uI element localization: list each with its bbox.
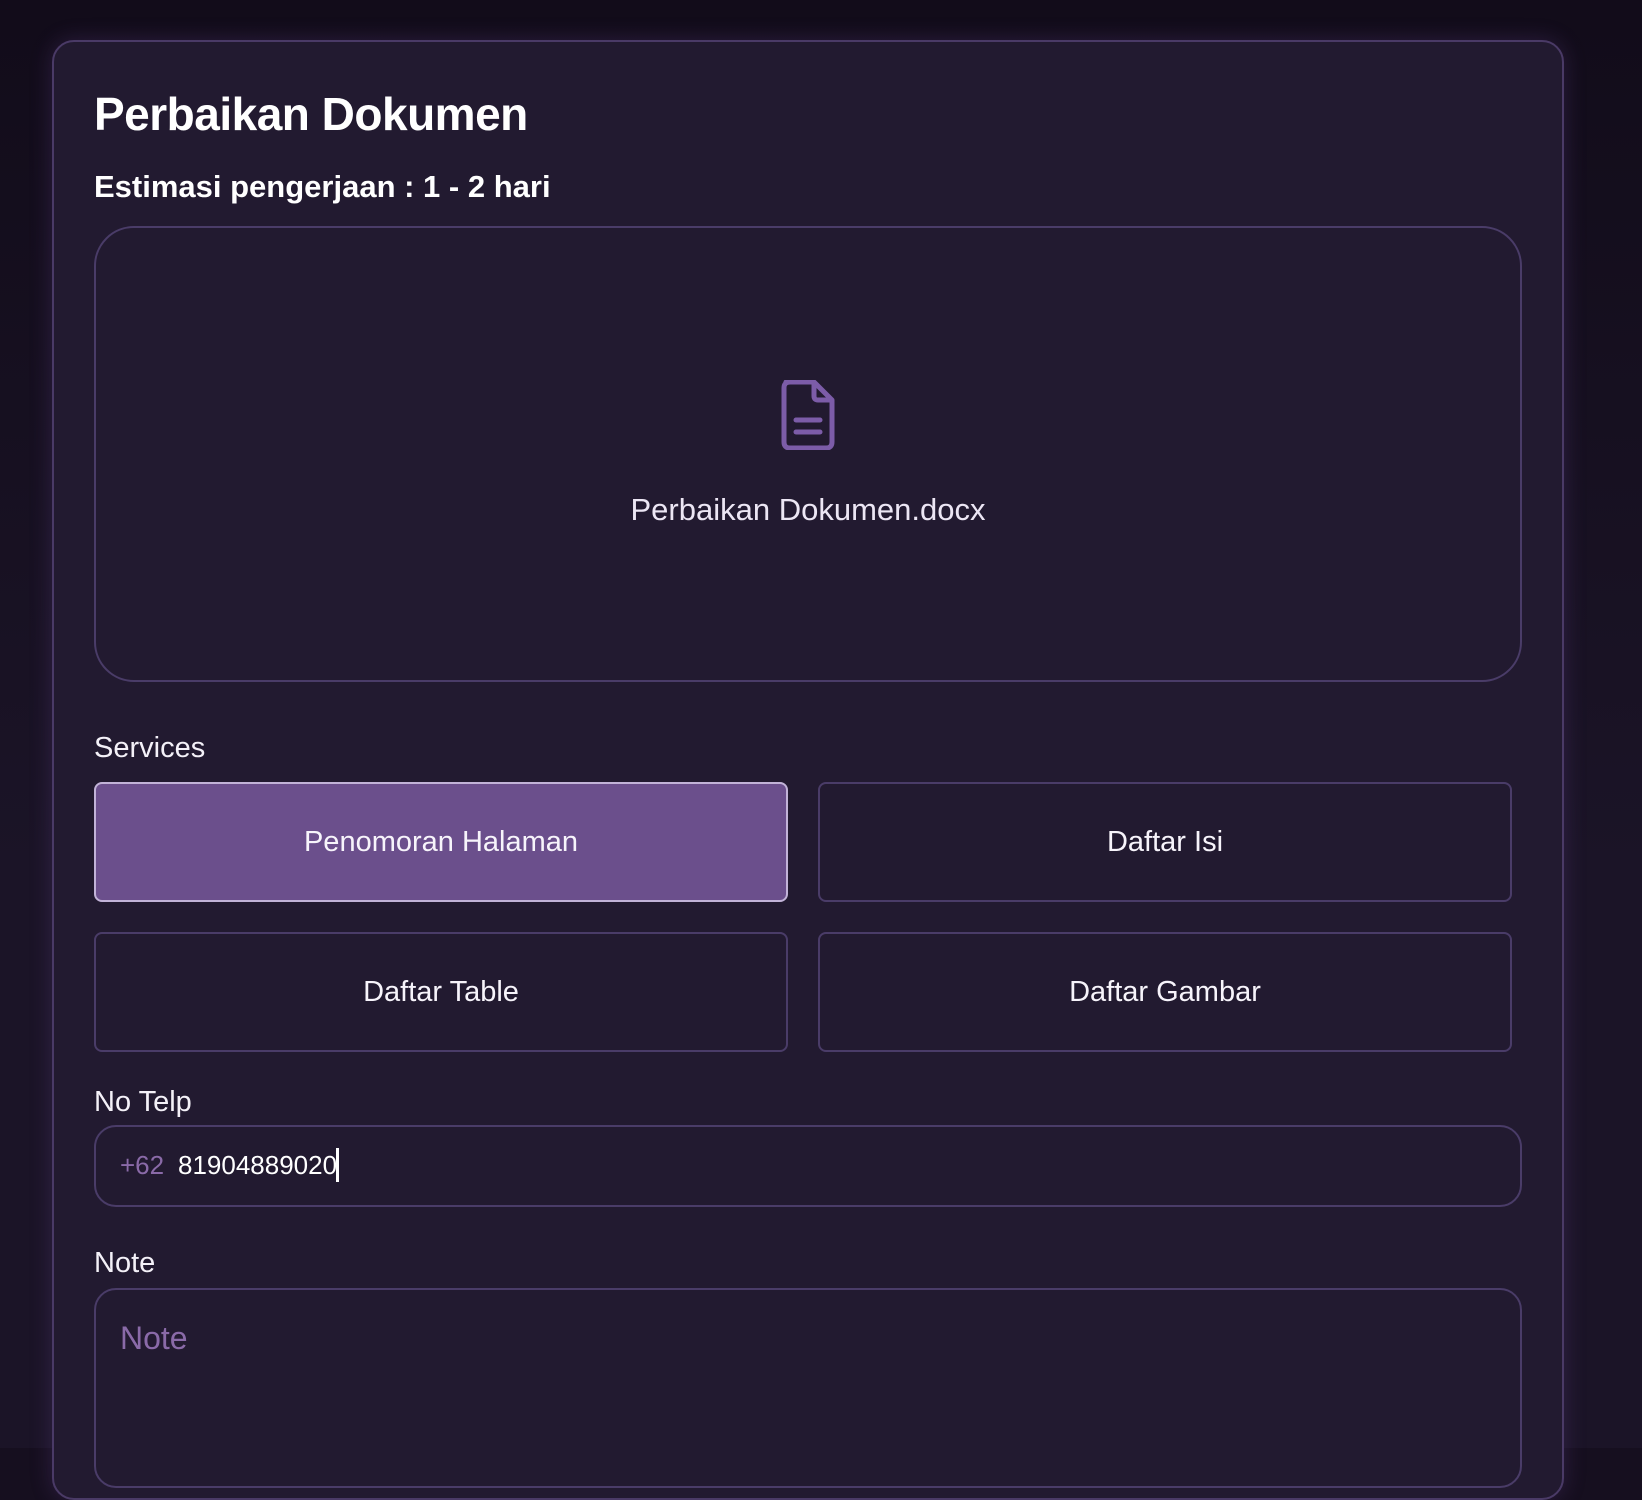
country-code-prefix: +62	[120, 1150, 165, 1180]
text-caret	[336, 1148, 339, 1182]
note-placeholder: Note	[120, 1320, 188, 1356]
page-title: Perbaikan Dokumen	[94, 88, 528, 140]
estimate-text: Estimasi pengerjaan : 1 - 2 hari	[94, 169, 551, 204]
file-upload-area[interactable]	[94, 226, 1522, 682]
service-option-penomoran-halaman[interactable]: Penomoran Halaman	[94, 782, 788, 902]
phone-label: No Telp	[94, 1086, 192, 1118]
note-textarea[interactable]	[94, 1288, 1522, 1488]
service-option-daftar-gambar[interactable]: Daftar Gambar	[818, 932, 1512, 1052]
service-option-daftar-isi[interactable]: Daftar Isi	[818, 782, 1512, 902]
service-option-daftar-table[interactable]: Daftar Table	[94, 932, 788, 1052]
document-icon	[781, 380, 835, 450]
uploaded-file-name: Perbaikan Dokumen.docx	[630, 492, 986, 527]
services-label: Services	[94, 732, 206, 764]
note-label: Note	[94, 1247, 156, 1279]
phone-input-value[interactable]: 81904889020	[178, 1148, 337, 1182]
